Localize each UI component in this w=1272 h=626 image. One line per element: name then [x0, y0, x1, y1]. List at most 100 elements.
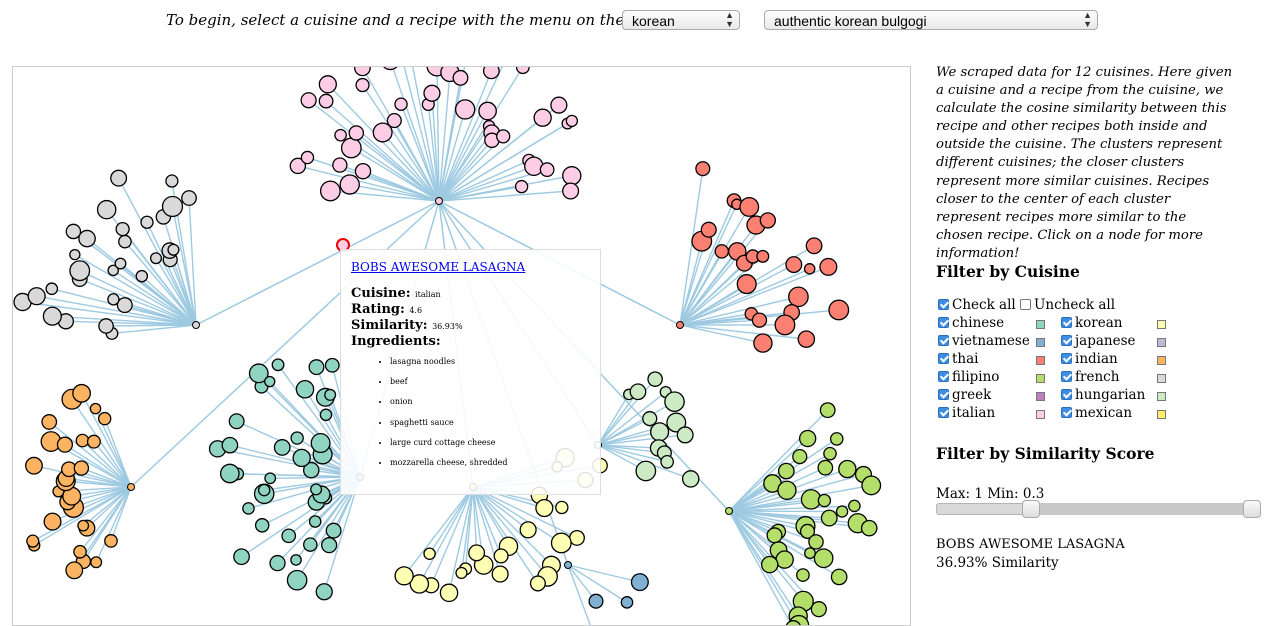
recipe-node[interactable]	[296, 381, 313, 398]
slider-min-handle[interactable]	[1022, 500, 1040, 518]
recipe-node[interactable]	[395, 98, 407, 110]
recipe-select[interactable]: authentic korean bulgogi ▲▼	[764, 10, 1098, 30]
recipe-node[interactable]	[453, 71, 468, 86]
recipe-node[interactable]	[99, 413, 111, 425]
recipe-node[interactable]	[108, 294, 119, 305]
recipe-node[interactable]	[70, 261, 90, 281]
recipe-node[interactable]	[42, 415, 57, 430]
recipe-node[interactable]	[740, 198, 759, 217]
recipe-node[interactable]	[355, 67, 370, 76]
recipe-node[interactable]	[111, 170, 127, 186]
recipe-node[interactable]	[340, 175, 359, 194]
recipe-node[interactable]	[806, 238, 822, 254]
recipe-node[interactable]	[497, 130, 510, 143]
recipe-node[interactable]	[536, 500, 553, 517]
cuisine-center-node[interactable]	[436, 198, 443, 205]
cuisine-checkbox[interactable]	[1061, 353, 1072, 364]
recipe-node[interactable]	[322, 538, 337, 553]
recipe-node[interactable]	[570, 531, 585, 546]
recipe-node[interactable]	[99, 319, 113, 333]
recipe-node[interactable]	[141, 216, 153, 228]
recipe-node[interactable]	[44, 513, 61, 530]
recipe-node[interactable]	[221, 464, 239, 482]
recipe-node[interactable]	[831, 569, 846, 584]
recipe-node[interactable]	[70, 250, 80, 260]
recipe-node[interactable]	[809, 535, 823, 549]
recipe-node[interactable]	[824, 447, 836, 459]
recipe-node[interactable]	[805, 264, 815, 274]
cuisine-checkbox[interactable]	[1061, 371, 1072, 382]
cuisine-checkbox[interactable]	[1061, 317, 1072, 328]
recipe-node[interactable]	[811, 602, 826, 617]
cuisine-center-node[interactable]	[726, 508, 733, 515]
recipe-node[interactable]	[516, 181, 528, 193]
recipe-node[interactable]	[661, 456, 673, 468]
recipe-node[interactable]	[43, 307, 61, 325]
recipe-node[interactable]	[355, 164, 370, 179]
recipe-node[interactable]	[310, 516, 321, 527]
recipe-node[interactable]	[325, 359, 339, 373]
recipe-node[interactable]	[119, 235, 131, 247]
cuisine-option-french[interactable]: french	[1061, 368, 1119, 386]
recipe-node[interactable]	[78, 520, 89, 531]
recipe-node[interactable]	[814, 549, 832, 567]
recipe-node[interactable]	[234, 549, 249, 564]
recipe-node[interactable]	[760, 213, 775, 228]
recipe-node[interactable]	[621, 597, 632, 608]
recipe-node[interactable]	[831, 433, 843, 445]
recipe-node[interactable]	[259, 484, 270, 495]
recipe-node[interactable]	[805, 548, 816, 559]
recipe-node[interactable]	[589, 594, 603, 608]
recipe-node[interactable]	[27, 535, 39, 547]
cuisine-checkbox[interactable]	[1061, 389, 1072, 400]
recipe-node[interactable]	[349, 126, 363, 140]
recipe-node[interactable]	[862, 520, 877, 535]
recipe-node[interactable]	[821, 510, 837, 526]
recipe-node[interactable]	[563, 167, 581, 185]
recipe-node[interactable]	[800, 430, 816, 446]
recipe-node[interactable]	[818, 494, 830, 506]
recipe-node[interactable]	[76, 434, 88, 446]
recipe-node[interactable]	[767, 528, 782, 543]
recipe-node[interactable]	[566, 115, 577, 126]
cuisine-option-japanese[interactable]: japanese	[1061, 332, 1136, 350]
recipe-node[interactable]	[424, 548, 435, 559]
recipe-node[interactable]	[98, 201, 116, 219]
recipe-node[interactable]	[837, 506, 848, 517]
recipe-node[interactable]	[440, 584, 457, 601]
recipe-node[interactable]	[531, 576, 546, 591]
recipe-node[interactable]	[665, 392, 684, 411]
recipe-node[interactable]	[301, 151, 313, 163]
recipe-node[interactable]	[395, 567, 413, 585]
recipe-node[interactable]	[46, 283, 57, 294]
recipe-node[interactable]	[66, 224, 80, 238]
recipe-node[interactable]	[525, 157, 543, 175]
recipe-node[interactable]	[540, 163, 554, 177]
cuisine-option-hungarian[interactable]: hungarian	[1061, 386, 1145, 404]
recipe-node[interactable]	[66, 562, 83, 579]
recipe-node[interactable]	[387, 114, 401, 128]
recipe-node[interactable]	[820, 403, 835, 418]
recipe-node[interactable]	[469, 545, 485, 561]
recipe-node[interactable]	[752, 313, 766, 327]
recipe-node[interactable]	[309, 360, 324, 375]
recipe-node[interactable]	[630, 384, 645, 399]
recipe-node[interactable]	[319, 76, 336, 93]
recipe-node[interactable]	[304, 538, 317, 551]
cuisine-select[interactable]: korean ▲▼	[622, 10, 740, 30]
recipe-node[interactable]	[778, 481, 796, 499]
recipe-node[interactable]	[91, 557, 102, 568]
cuisine-checkbox[interactable]	[1061, 407, 1072, 418]
recipe-node[interactable]	[424, 85, 440, 101]
recipe-node[interactable]	[683, 471, 699, 487]
recipe-node[interactable]	[479, 102, 496, 119]
recipe-node[interactable]	[776, 551, 793, 568]
recipe-node[interactable]	[151, 253, 162, 264]
uncheck-all-checkbox[interactable]	[1020, 299, 1031, 310]
cuisine-checkbox[interactable]	[938, 353, 949, 364]
recipe-node[interactable]	[321, 181, 341, 201]
recipe-node[interactable]	[117, 298, 132, 313]
recipe-node[interactable]	[229, 414, 244, 429]
recipe-node[interactable]	[517, 67, 530, 73]
cuisine-option-italian[interactable]: italian	[938, 404, 995, 422]
